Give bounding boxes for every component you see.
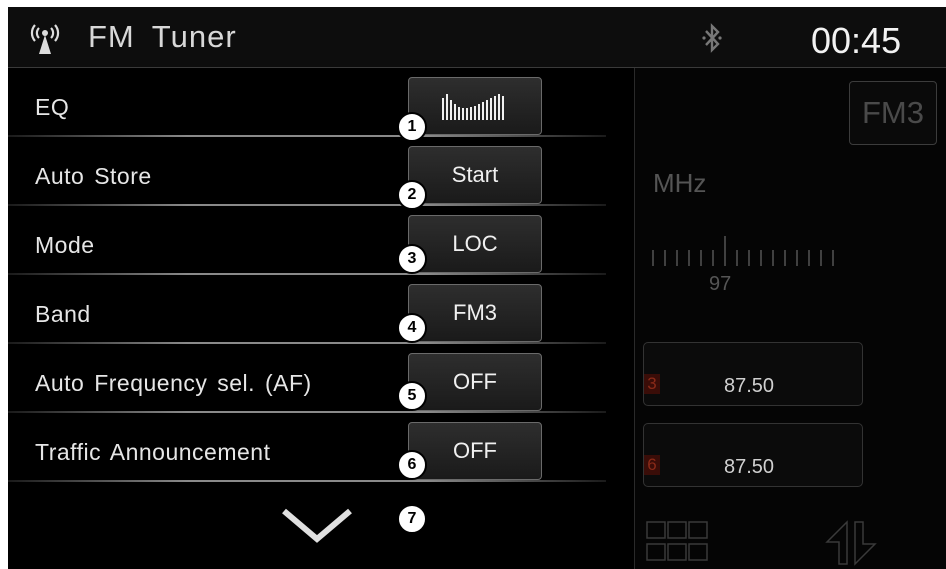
setting-label: Mode xyxy=(35,232,95,258)
equalizer-bars-icon xyxy=(442,94,504,120)
eq-button[interactable] xyxy=(408,77,542,135)
callout-marker: 4 xyxy=(397,313,427,343)
divider xyxy=(8,411,606,413)
callout-marker: 2 xyxy=(397,180,427,210)
preset-button[interactable]: 3 87.50 xyxy=(643,342,863,406)
auto-store-start-button[interactable]: Start xyxy=(408,146,542,204)
divider xyxy=(8,480,606,482)
setting-label: Auto Frequency sel. (AF) xyxy=(35,370,312,396)
mode-button[interactable]: LOC xyxy=(408,215,542,273)
divider xyxy=(8,135,606,137)
screen: FM Tuner 00:45 FM3 MHz 97 3 87.50 6 87.5… xyxy=(8,7,946,569)
traffic-announcement-toggle-button[interactable]: OFF xyxy=(408,422,542,480)
callout-marker: 3 xyxy=(397,244,427,274)
radio-panel: FM3 MHz 97 3 87.50 6 87.50 xyxy=(634,68,946,569)
preset-button[interactable]: 6 87.50 xyxy=(643,423,863,487)
callout-marker: 6 xyxy=(397,450,427,480)
frequency-scale[interactable] xyxy=(649,236,839,272)
preset-number: 6 xyxy=(644,455,660,475)
clock: 00:45 xyxy=(811,20,902,61)
bluetooth-icon xyxy=(702,23,722,53)
divider xyxy=(8,273,606,275)
callout-marker: 5 xyxy=(397,381,427,411)
setting-label: Traffic Announcement xyxy=(35,439,271,465)
preset-number: 3 xyxy=(644,374,660,394)
app-title: FM Tuner xyxy=(88,19,237,54)
header-bar: FM Tuner 00:45 xyxy=(8,7,946,68)
antenna-icon xyxy=(30,24,60,54)
band-button[interactable]: FM3 xyxy=(408,284,542,342)
callout-marker: 7 xyxy=(397,504,427,534)
preset-frequency: 87.50 xyxy=(724,456,775,478)
scale-label: 97 xyxy=(709,273,732,295)
setting-label: EQ xyxy=(35,94,70,120)
band-indicator[interactable]: FM3 xyxy=(849,81,937,145)
preset-grid-icon[interactable] xyxy=(645,520,709,564)
callout-marker: 1 xyxy=(397,112,427,142)
af-toggle-button[interactable]: OFF xyxy=(408,353,542,411)
divider xyxy=(8,342,606,344)
frequency-unit: MHz xyxy=(653,168,707,198)
divider xyxy=(8,204,606,206)
setting-label: Band xyxy=(35,301,91,327)
chevron-down-icon[interactable] xyxy=(280,507,354,543)
setting-label: Auto Store xyxy=(35,163,152,189)
seek-arrows-icon[interactable] xyxy=(825,520,877,566)
preset-frequency: 87.50 xyxy=(724,375,775,397)
